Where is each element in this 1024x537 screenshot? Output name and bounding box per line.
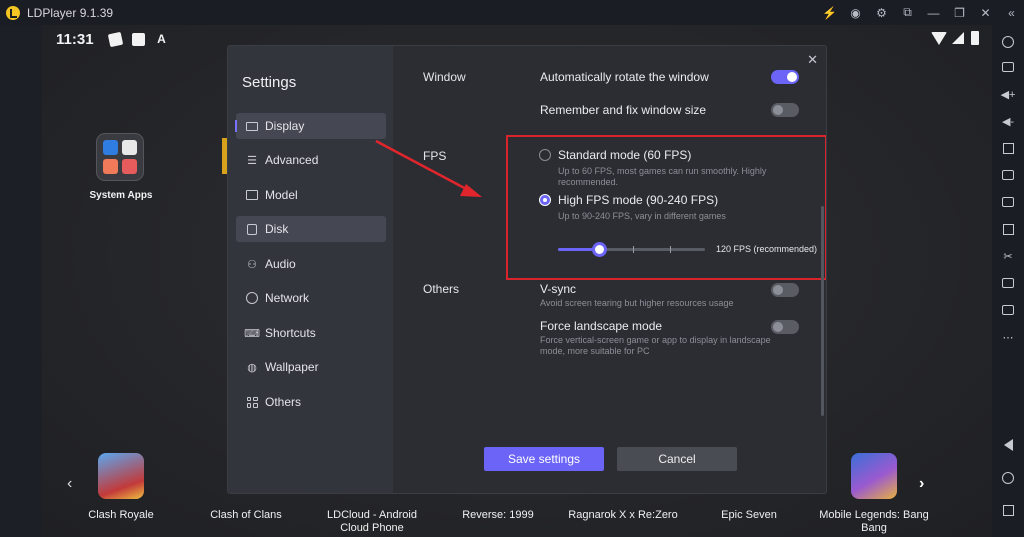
arrow-line (375, 139, 471, 193)
annotation-arrow (375, 139, 482, 197)
arrow-head (460, 184, 482, 197)
